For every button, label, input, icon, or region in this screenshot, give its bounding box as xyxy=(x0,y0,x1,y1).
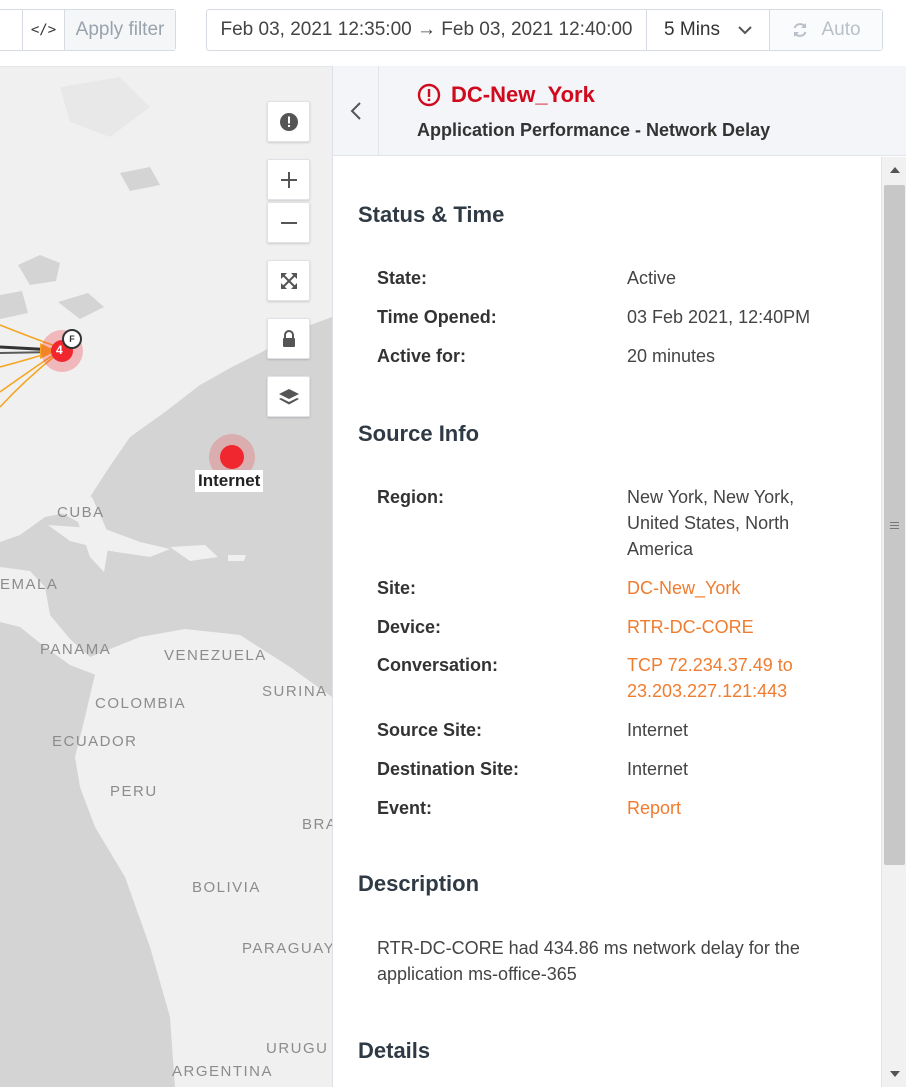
scroll-up-arrow[interactable] xyxy=(882,157,906,183)
code-icon: </> xyxy=(30,22,57,38)
time-range-picker[interactable]: Feb 03, 2021 12:35:00 → Feb 03, 2021 12:… xyxy=(207,10,647,50)
zoom-out-icon xyxy=(280,221,297,224)
map-label-suriname: SURINA xyxy=(262,683,328,700)
details-heading: Details xyxy=(358,1038,431,1063)
conversation-label: Conversation: xyxy=(377,655,499,675)
source-info-heading: Source Info xyxy=(358,421,480,446)
cluster-badge: F xyxy=(62,329,82,349)
alert-detail-panel: DC-New_York Application Performance - Ne… xyxy=(332,66,906,1087)
source-site-value: Internet xyxy=(627,720,689,740)
map-label-guatemala: EMALA xyxy=(0,576,59,593)
time-opened-value: 03 Feb 2021, 12:40PM xyxy=(627,307,811,327)
scroll-down-arrow[interactable] xyxy=(882,1061,906,1087)
filter-group: </> Apply filter xyxy=(0,9,176,51)
active-for-value: 20 minutes xyxy=(627,346,716,366)
map-label-brazil: BRA xyxy=(302,816,332,833)
map-label-venezuela: VENEZUELA xyxy=(164,647,267,664)
description-text: RTR-DC-CORE had 434.86 ms network delay … xyxy=(377,938,800,984)
zoom-in-button[interactable] xyxy=(267,159,310,200)
auto-refresh-button[interactable]: Auto xyxy=(770,10,882,50)
lock-icon xyxy=(282,329,295,347)
apply-filter-label: Apply filter xyxy=(75,19,165,40)
internet-label[interactable]: Internet xyxy=(195,470,264,492)
destination-site-label: Destination Site: xyxy=(377,759,520,779)
event-report-link[interactable]: Report xyxy=(627,795,827,821)
panel-title-text: DC-New_York xyxy=(451,82,595,107)
lock-button[interactable] xyxy=(267,318,310,359)
grip-icon xyxy=(890,521,899,529)
internet-marker xyxy=(220,445,244,469)
auto-label: Auto xyxy=(821,19,861,40)
filter-input[interactable] xyxy=(0,10,23,50)
chevron-left-icon xyxy=(350,102,361,120)
zoom-in-icon xyxy=(280,171,297,188)
map-label-ecuador: ECUADOR xyxy=(52,733,138,750)
state-label: State: xyxy=(377,268,428,288)
time-opened-label: Time Opened: xyxy=(377,307,497,327)
map-label-cuba: CUBA xyxy=(57,504,105,521)
time-range-label: Feb 03, 2021 12:35:00 → Feb 03, 2021 12:… xyxy=(220,19,633,40)
map-label-peru: PERU xyxy=(110,783,158,800)
region-value: New York, New York, United States, North… xyxy=(627,487,795,559)
top-toolbar: </> Apply filter Feb 03, 2021 12:35:00 →… xyxy=(0,0,906,66)
code-view-button[interactable]: </> xyxy=(23,10,65,50)
description-heading: Description xyxy=(358,871,480,896)
map-label-bolivia: BOLIVIA xyxy=(192,879,261,896)
map-label-panama: PANAMA xyxy=(40,641,112,658)
destination-site-value: Internet xyxy=(627,759,689,779)
refresh-icon xyxy=(794,23,807,37)
device-label: Device: xyxy=(377,617,442,637)
map-label-uruguay: URUGU xyxy=(266,1040,329,1057)
map-alert-button[interactable] xyxy=(267,101,310,142)
conversation-link[interactable]: TCP 72.234.37.49 to 23.203.227.121:443 xyxy=(627,652,817,704)
map-view[interactable]: 4 F Internet CUBA EMALA PANAMA VENEZUELA… xyxy=(0,66,332,1087)
layers-icon xyxy=(278,388,299,404)
cluster-count[interactable]: 4 xyxy=(56,343,63,357)
active-for-label: Active for: xyxy=(377,346,467,366)
panel-subtitle: Application Performance - Network Delay xyxy=(417,120,771,140)
site-link[interactable]: DC-New_York xyxy=(627,575,827,601)
panel-title: DC-New_York xyxy=(417,82,595,108)
triangle-down-icon xyxy=(890,1071,900,1077)
panel-scrollbar[interactable] xyxy=(881,157,906,1087)
state-value: Active xyxy=(627,268,677,288)
apply-filter-button[interactable]: Apply filter xyxy=(65,10,175,50)
fit-icon xyxy=(280,272,297,289)
triangle-up-icon xyxy=(890,167,900,173)
scroll-thumb[interactable] xyxy=(884,185,905,865)
interval-dropdown[interactable]: 5 Mins xyxy=(647,10,770,50)
map-label-argentina: ARGENTINA xyxy=(172,1063,274,1080)
region-label: Region: xyxy=(377,487,444,507)
map-label-colombia: COLOMBIA xyxy=(95,695,187,712)
map-label-paraguay: PARAGUAY xyxy=(242,940,332,957)
fit-view-button[interactable] xyxy=(267,260,310,301)
source-site-label: Source Site: xyxy=(377,720,483,740)
status-time-heading: Status & Time xyxy=(358,202,505,227)
interval-label: 5 Mins xyxy=(664,19,720,40)
panel-header: DC-New_York Application Performance - Ne… xyxy=(333,66,906,156)
collapse-panel-button[interactable] xyxy=(333,66,379,156)
alert-icon xyxy=(279,112,298,131)
alert-circle-icon xyxy=(417,83,441,107)
panel-body: Status & Time State: Active Time Opened:… xyxy=(333,157,881,1087)
device-link[interactable]: RTR-DC-CORE xyxy=(627,614,827,640)
time-controls: Feb 03, 2021 12:35:00 → Feb 03, 2021 12:… xyxy=(206,9,883,51)
chevron-down-icon xyxy=(738,25,752,34)
site-label: Site: xyxy=(377,578,417,598)
event-label: Event: xyxy=(377,798,433,818)
zoom-out-button[interactable] xyxy=(267,202,310,243)
layers-button[interactable] xyxy=(267,376,310,417)
